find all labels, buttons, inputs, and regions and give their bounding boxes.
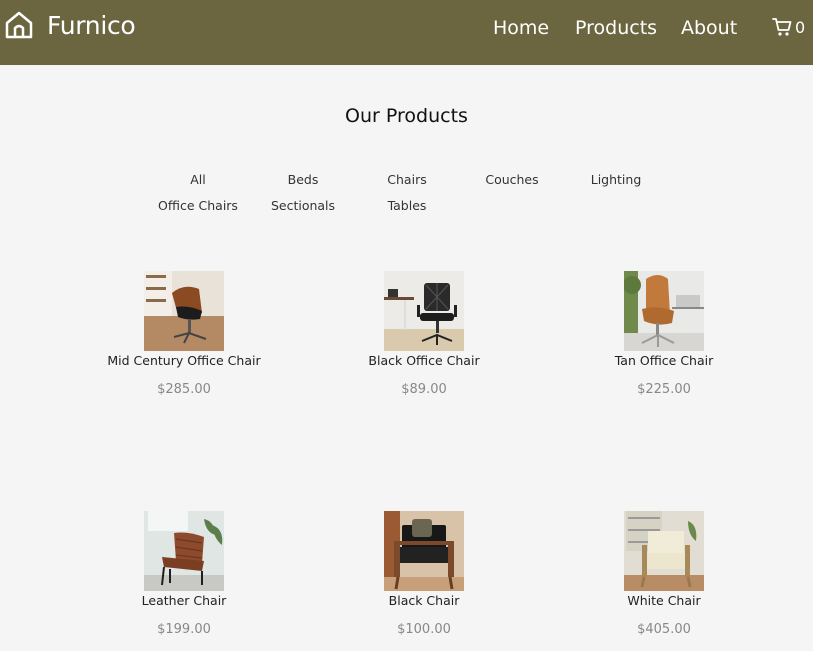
product-name[interactable]: White Chair — [574, 593, 754, 608]
product-price: $225.00 — [637, 382, 691, 397]
product-image[interactable] — [144, 271, 224, 351]
product-image[interactable] — [144, 511, 224, 591]
product-image[interactable] — [384, 511, 464, 591]
product-price: $405.00 — [637, 622, 691, 637]
filter-couches[interactable]: Couches — [462, 172, 562, 187]
product-name[interactable]: Black Chair — [334, 593, 514, 608]
product-image[interactable] — [624, 511, 704, 591]
filter-sectionals[interactable]: Sectionals — [253, 198, 353, 213]
product-card[interactable]: Leather Chair $199.00 — [94, 511, 274, 637]
product-image[interactable] — [624, 271, 704, 351]
product-card[interactable]: Black Chair $100.00 — [334, 511, 514, 637]
brand[interactable]: Furnico — [4, 10, 136, 40]
navbar: Furnico Home Products About 0 — [0, 0, 813, 65]
cart-icon — [772, 18, 792, 36]
product-price: $100.00 — [397, 622, 451, 637]
nav-link-home[interactable]: Home — [493, 17, 549, 39]
product-name[interactable]: Tan Office Chair — [574, 353, 754, 368]
filter-chairs[interactable]: Chairs — [357, 172, 457, 187]
page-title: Our Products — [345, 105, 468, 127]
brand-name: Furnico — [47, 10, 136, 40]
product-name[interactable]: Mid Century Office Chair — [94, 353, 274, 368]
home-icon — [5, 11, 33, 39]
filter-tables[interactable]: Tables — [357, 198, 457, 213]
product-image[interactable] — [384, 271, 464, 351]
product-card[interactable]: White Chair $405.00 — [574, 511, 754, 637]
product-name[interactable]: Leather Chair — [94, 593, 274, 608]
cart-count: 0 — [795, 17, 806, 37]
cart-button[interactable]: 0 — [772, 17, 805, 37]
filter-all[interactable]: All — [148, 172, 248, 187]
product-name[interactable]: Black Office Chair — [334, 353, 514, 368]
product-price: $89.00 — [401, 382, 447, 397]
filter-lighting[interactable]: Lighting — [566, 172, 666, 187]
product-card[interactable]: Black Office Chair $89.00 — [334, 271, 514, 397]
nav-link-about[interactable]: About — [681, 17, 737, 39]
product-card[interactable]: Tan Office Chair $225.00 — [574, 271, 754, 397]
product-card[interactable]: Mid Century Office Chair $285.00 — [94, 271, 274, 397]
product-price: $199.00 — [157, 622, 211, 637]
nav-link-products[interactable]: Products — [575, 17, 657, 39]
product-price: $285.00 — [157, 382, 211, 397]
filter-office-chairs[interactable]: Office Chairs — [148, 198, 248, 213]
filter-beds[interactable]: Beds — [253, 172, 353, 187]
